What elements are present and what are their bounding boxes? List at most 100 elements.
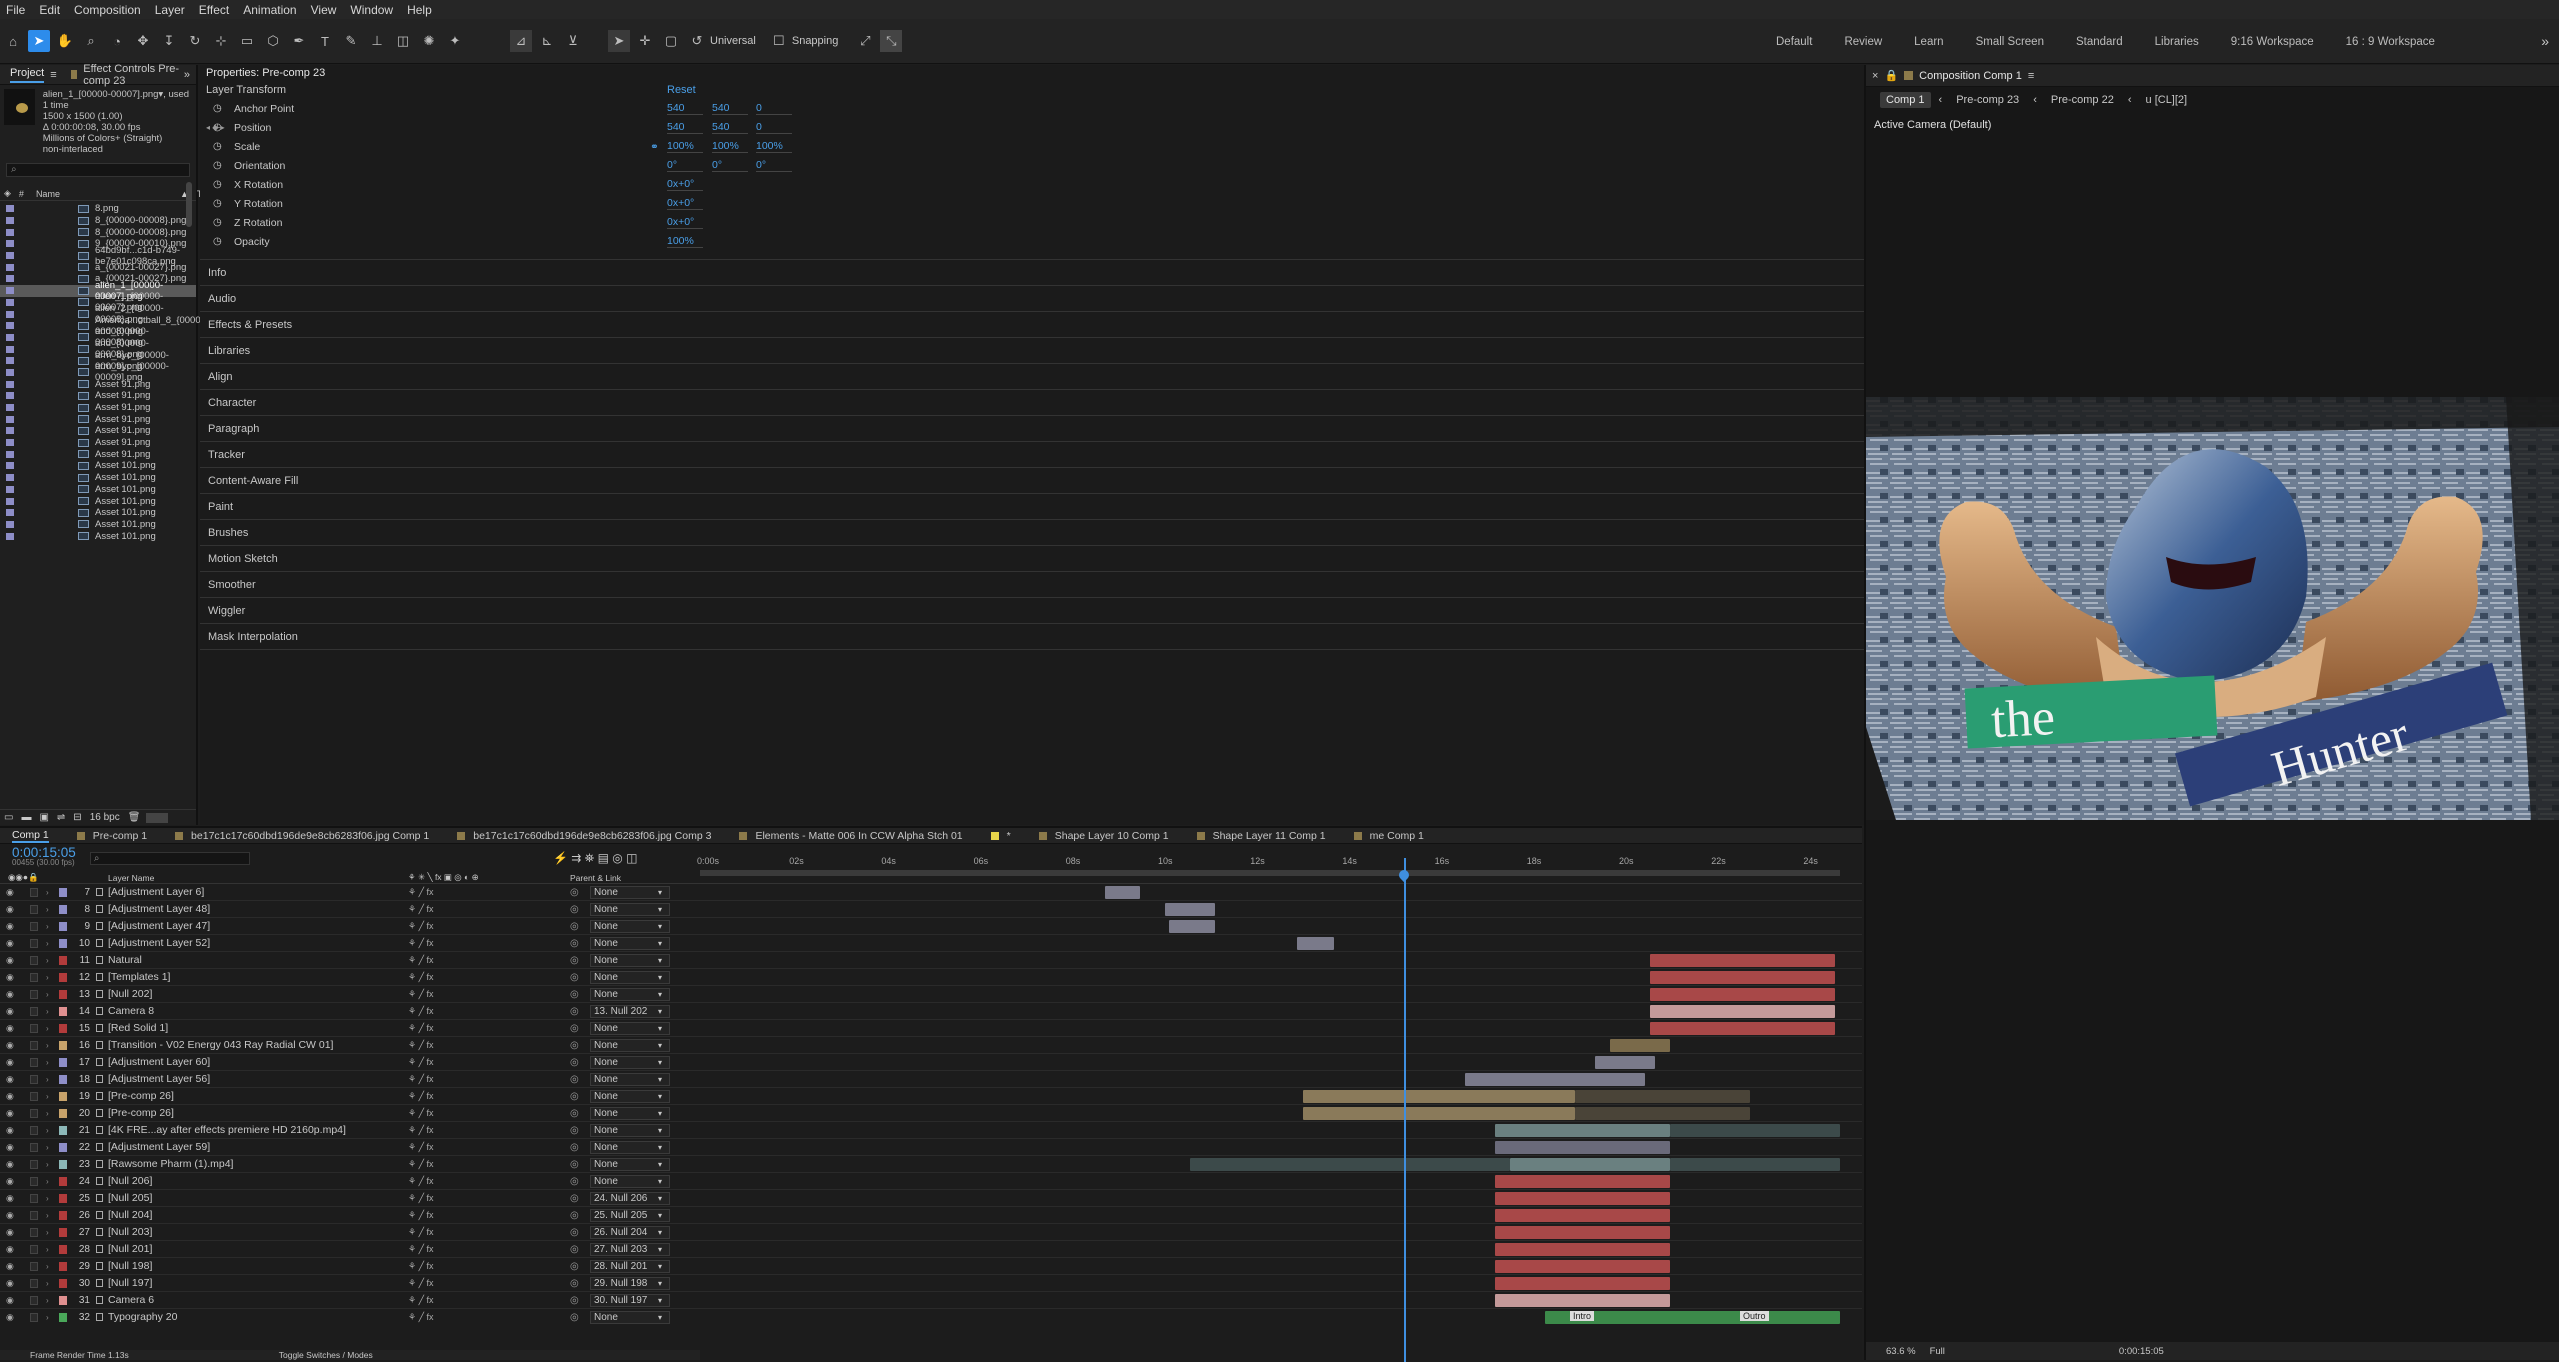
- expand-panel-icon[interactable]: »: [184, 69, 190, 81]
- layer-duration-bar[interactable]: [1575, 1089, 1750, 1103]
- time-ruler[interactable]: 0:00s 02s 04s 06s 08s 10s 12s 14s 16s 18s 20s 22s 24…: [697, 856, 1840, 880]
- tab-timeline[interactable]: *: [990, 830, 1011, 842]
- roto-brush-icon[interactable]: ✺: [418, 30, 440, 52]
- menu-help[interactable]: Help: [407, 3, 432, 17]
- layer-row[interactable]: ◉ › 15 [Red Solid 1] ⚘ ╱ fx ◎ None ▾: [0, 1020, 1862, 1037]
- project-item[interactable]: 8_{00000-00008}.pngP: [0, 226, 295, 238]
- label-color[interactable]: [6, 462, 14, 470]
- eye-icon[interactable]: ◉: [6, 1006, 14, 1017]
- section-wiggler[interactable]: Wiggler: [200, 598, 1930, 624]
- layer-name[interactable]: [Red Solid 1]: [108, 1022, 398, 1034]
- layer-row[interactable]: ◉ › 32 Typography 20 ⚘ ╱ fx ◎ None ▾ Intro Outro: [0, 1309, 1862, 1324]
- section-effects-presets[interactable]: Effects & Presets: [200, 312, 1930, 338]
- property-value[interactable]: 100%: [756, 140, 792, 153]
- scale-gizmo-icon[interactable]: ▢: [660, 30, 682, 52]
- tab-effect-controls[interactable]: Effect Controls Pre-comp 23: [83, 63, 184, 87]
- timeline-tool-icons[interactable]: ⚡ ⇉ ⛯ ▤ ◎ ◫: [553, 851, 637, 866]
- section-paint[interactable]: Paint: [200, 494, 1930, 520]
- switches-icon[interactable]: ⚘ ╱ fx: [408, 1227, 434, 1238]
- pickwhip-icon[interactable]: ◎: [570, 1261, 579, 1272]
- solo-toggle[interactable]: [30, 1091, 38, 1101]
- label-color[interactable]: [6, 275, 14, 283]
- rectangle-tool-icon[interactable]: ▭: [236, 30, 258, 52]
- project-scrollbar[interactable]: [186, 182, 192, 227]
- composition-viewer[interactable]: the Hunter: [1866, 397, 2559, 820]
- tab-timeline[interactable]: Shape Layer 11 Comp 1: [1196, 830, 1326, 842]
- layer-name[interactable]: Natural: [108, 954, 398, 966]
- snap-options-icon[interactable]: ⤢: [854, 30, 876, 52]
- chevron-right-icon[interactable]: ›: [46, 1007, 49, 1016]
- eye-icon[interactable]: ◉: [6, 1176, 14, 1187]
- pickwhip-icon[interactable]: ◎: [570, 1159, 579, 1170]
- project-item[interactable]: Asset 101.pngP: [0, 472, 295, 484]
- pickwhip-icon[interactable]: ◎: [570, 989, 579, 1000]
- project-item[interactable]: Asset 101.pngP: [0, 519, 295, 531]
- property-value[interactable]: 540: [712, 121, 748, 134]
- pickwhip-icon[interactable]: ◎: [570, 1312, 579, 1323]
- project-item[interactable]: arm_byc_[00000-00009].pngP: [0, 361, 295, 383]
- chevron-right-icon[interactable]: ›: [46, 1262, 49, 1271]
- dolly-camera-icon[interactable]: ↧: [158, 30, 180, 52]
- tab-timeline[interactable]: me Comp 1: [1353, 830, 1424, 842]
- project-item[interactable]: Asset 91.pngP: [0, 390, 295, 402]
- chevron-right-icon[interactable]: ›: [46, 1109, 49, 1118]
- layer-duration-bar[interactable]: [1495, 1293, 1670, 1307]
- workspace-tab[interactable]: Review: [1844, 36, 1882, 48]
- layer-name[interactable]: [Pre-comp 26]: [108, 1090, 398, 1102]
- chevron-right-icon[interactable]: ›: [46, 888, 49, 897]
- menu-window[interactable]: Window: [350, 3, 393, 17]
- eye-icon[interactable]: ◉: [6, 1040, 14, 1051]
- solo-toggle[interactable]: [30, 921, 38, 931]
- solo-toggle[interactable]: [30, 1057, 38, 1067]
- toggle-switches[interactable]: Toggle Switches / Modes: [279, 1350, 373, 1360]
- menu-animation[interactable]: Animation: [243, 3, 296, 17]
- layer-row[interactable]: ◉ › 20 [Pre-comp 26] ⚘ ╱ fx ◎ None ▾: [0, 1105, 1862, 1122]
- label-color[interactable]: [6, 345, 14, 353]
- switches-icon[interactable]: ⚘ ╱ fx: [408, 1142, 434, 1153]
- layer-name[interactable]: [Null 204]: [108, 1209, 398, 1221]
- layer-row[interactable]: ◉ › 29 [Null 198] ⚘ ╱ fx ◎ 28. Null 201 ▾: [0, 1258, 1862, 1275]
- layer-row[interactable]: ◉ › 28 [Null 201] ⚘ ╱ fx ◎ 27. Null 203 ▾: [0, 1241, 1862, 1258]
- property-value[interactable]: 540: [712, 102, 748, 115]
- reset-link[interactable]: Reset: [667, 84, 696, 96]
- switches-icon[interactable]: ⚘ ╱ fx: [408, 1176, 434, 1187]
- label-color[interactable]: [59, 1125, 67, 1135]
- 3d-box-icon[interactable]: ⬡: [262, 30, 284, 52]
- layer-duration-bar[interactable]: [1105, 885, 1140, 899]
- rotate-tool-icon[interactable]: ↻: [184, 30, 206, 52]
- chevron-right-icon[interactable]: ›: [46, 1126, 49, 1135]
- label-color[interactable]: [59, 1193, 67, 1203]
- label-color[interactable]: [6, 205, 14, 213]
- switches-icon[interactable]: ⚘ ╱ fx: [408, 1193, 434, 1204]
- eye-icon[interactable]: ◉: [6, 887, 14, 898]
- solo-toggle[interactable]: [30, 1193, 38, 1203]
- project-item[interactable]: Asset 101.pngP: [0, 530, 295, 542]
- layer-row[interactable]: ◉ › 11 Natural ⚘ ╱ fx ◎ None ▾: [0, 952, 1862, 969]
- property-value[interactable]: 0x+0°: [667, 197, 703, 210]
- label-color[interactable]: [6, 415, 14, 423]
- project-item[interactable]: Asset 91.pngP: [0, 425, 295, 437]
- more-workspaces-icon[interactable]: »: [2541, 33, 2549, 49]
- label-color[interactable]: [59, 1312, 67, 1322]
- playhead[interactable]: [1404, 858, 1406, 1362]
- layer-search-input[interactable]: ⌕: [89, 851, 250, 865]
- rotate-gizmo-icon[interactable]: ↺: [686, 30, 708, 52]
- label-color[interactable]: [6, 357, 14, 365]
- name-column-header[interactable]: Name: [36, 189, 60, 199]
- pickwhip-icon[interactable]: ◎: [570, 1227, 579, 1238]
- layer-name[interactable]: [Null 202]: [108, 988, 398, 1000]
- solo-toggle[interactable]: [30, 1210, 38, 1220]
- pickwhip-icon[interactable]: ◎: [570, 1040, 579, 1051]
- chevron-right-icon[interactable]: ›: [46, 956, 49, 965]
- switches-icon[interactable]: ⚘ ╱ fx: [408, 1023, 434, 1034]
- layer-name[interactable]: [Adjustment Layer 59]: [108, 1141, 398, 1153]
- label-color[interactable]: [59, 1295, 67, 1305]
- layer-name[interactable]: [4K FRE...ay after effects premiere HD 2…: [108, 1124, 398, 1136]
- column-layer-name[interactable]: Layer Name: [108, 873, 154, 883]
- pickwhip-icon[interactable]: ◎: [570, 938, 579, 949]
- layer-name[interactable]: [Pre-comp 26]: [108, 1107, 398, 1119]
- project-item[interactable]: a_{00021-00027}.pngP: [0, 261, 295, 273]
- layer-duration-bar[interactable]: [1495, 1174, 1670, 1188]
- label-color[interactable]: [59, 1074, 67, 1084]
- section-info[interactable]: Info: [200, 260, 1930, 286]
